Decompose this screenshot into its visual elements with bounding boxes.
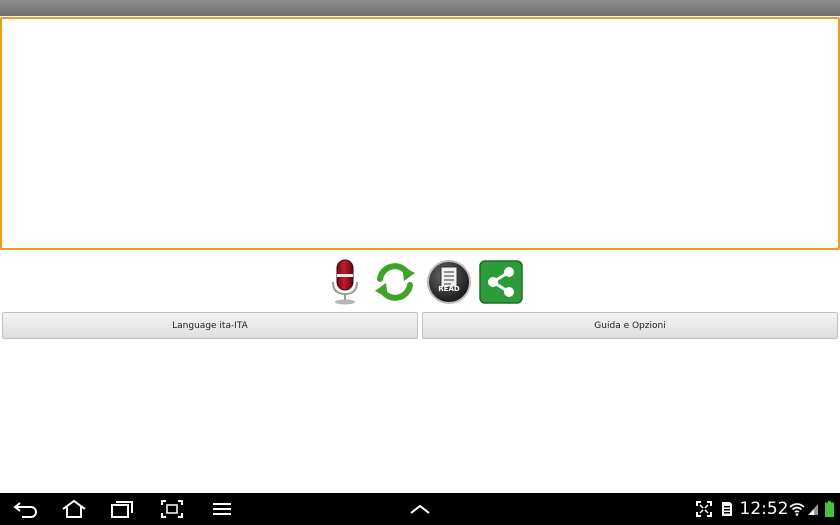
top-status-strip (0, 0, 840, 16)
wifi-status (788, 493, 806, 525)
battery-status (822, 493, 836, 525)
battery-icon (824, 501, 834, 517)
menu-icon (213, 503, 231, 515)
read-document-icon (427, 260, 471, 304)
chevron-up-icon (410, 504, 430, 514)
back-icon (13, 502, 37, 518)
sd-card-status (718, 493, 736, 525)
menu-button[interactable] (204, 493, 240, 525)
refresh-button[interactable] (372, 258, 418, 306)
recent-apps-button[interactable] (104, 493, 140, 525)
signal-status (806, 493, 820, 525)
sd-card-icon (722, 502, 732, 516)
signal-icon (808, 504, 818, 515)
language-button[interactable]: Language ita-ITA (2, 312, 418, 339)
status-clock: 12:52 (739, 499, 789, 519)
fullscreen-status (694, 493, 714, 525)
microphone-icon (332, 259, 358, 305)
guide-options-button[interactable]: Guida e Opzioni (422, 312, 838, 339)
home-icon (62, 500, 86, 518)
fullscreen-icon (696, 501, 712, 517)
share-button[interactable] (478, 258, 524, 306)
dictation-text-area[interactable] (0, 17, 840, 250)
back-button[interactable] (8, 493, 44, 525)
language-button-label: Language ita-ITA (172, 320, 248, 331)
wifi-icon (789, 503, 805, 516)
system-navigation-bar: 12:52 (0, 493, 840, 525)
share-icon (479, 260, 523, 304)
screenshot-icon (161, 500, 183, 518)
screenshot-button[interactable] (154, 493, 190, 525)
refresh-icon (375, 263, 415, 301)
microphone-button[interactable] (322, 258, 368, 306)
dictation-text-input[interactable] (2, 19, 838, 248)
action-icon-row: READ (0, 258, 840, 306)
guide-options-button-label: Guida e Opzioni (594, 320, 666, 331)
read-icon-label: READ (438, 285, 460, 293)
recent-apps-icon (111, 501, 133, 518)
home-button[interactable] (56, 493, 92, 525)
app-tray-button[interactable] (402, 493, 438, 525)
read-button[interactable]: READ (426, 258, 472, 306)
